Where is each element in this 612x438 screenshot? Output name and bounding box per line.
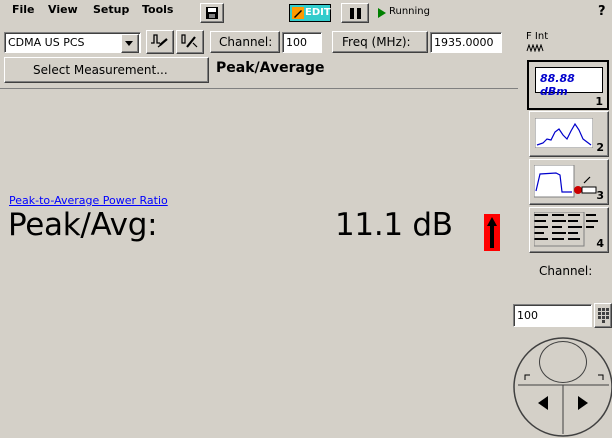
edit-label: EDIT bbox=[305, 7, 331, 18]
freq-button[interactable]: Freq (MHz): bbox=[332, 31, 428, 53]
menu-setup[interactable]: Setup bbox=[93, 3, 129, 16]
side-channel-value: 100 bbox=[517, 309, 538, 322]
dropdown-button[interactable] bbox=[121, 34, 139, 53]
fint-wave-icon bbox=[526, 44, 544, 52]
side-channel-label: Channel: bbox=[539, 264, 593, 278]
freq-label: Freq (MHz): bbox=[342, 35, 411, 49]
display-3-button[interactable]: 3 bbox=[529, 159, 609, 205]
select-measurement-label: Select Measurement... bbox=[33, 63, 168, 77]
table-view-icon bbox=[534, 212, 598, 247]
save-button[interactable] bbox=[200, 3, 224, 23]
channel-input[interactable]: 100 bbox=[282, 32, 322, 53]
freq-value: 1935.0000 bbox=[434, 36, 494, 49]
keypad-icon bbox=[598, 308, 609, 323]
display-1-button[interactable]: 88.88 dBm 1 bbox=[527, 60, 609, 110]
display-4-button[interactable]: 4 bbox=[529, 207, 609, 253]
rotary-knob[interactable] bbox=[539, 341, 587, 383]
help-label: ? bbox=[598, 4, 606, 19]
side-channel-input[interactable]: 100 bbox=[513, 304, 592, 327]
menu-tools[interactable]: Tools bbox=[142, 3, 173, 16]
signal-probe-icon bbox=[151, 34, 168, 48]
signal-generator-button[interactable] bbox=[146, 30, 174, 54]
peak-avg-label: Peak/Avg: bbox=[8, 207, 158, 243]
arrow-up-icon bbox=[487, 217, 497, 248]
probe-hand-icon bbox=[181, 34, 198, 48]
edit-button[interactable]: EDIT bbox=[289, 4, 331, 22]
knob-ccw-icon bbox=[524, 374, 530, 380]
channel-label: Channel: bbox=[219, 35, 273, 49]
menu-file[interactable]: File bbox=[12, 3, 35, 16]
probe-button[interactable] bbox=[176, 30, 204, 54]
edit-pencil-icon bbox=[292, 7, 304, 19]
knob-cw-icon bbox=[598, 374, 604, 380]
standard-select[interactable]: CDMA US PCS bbox=[4, 32, 141, 53]
chevron-down-icon bbox=[125, 41, 133, 46]
play-icon bbox=[378, 8, 386, 18]
peak-average-link[interactable]: Peak-to-Average Power Ratio bbox=[9, 194, 168, 207]
display-2-number: 2 bbox=[596, 141, 604, 154]
power-meter-icon bbox=[534, 165, 597, 198]
readout-display: 88.88 dBm bbox=[540, 72, 575, 98]
arrow-right-icon bbox=[578, 396, 588, 410]
limit-indicator bbox=[484, 214, 500, 251]
help-button[interactable]: ? bbox=[594, 3, 612, 23]
readout-box: 88.88 dBm bbox=[535, 67, 603, 98]
freq-input[interactable]: 1935.0000 bbox=[430, 32, 502, 53]
pause-button[interactable] bbox=[341, 3, 369, 23]
menu-view[interactable]: View bbox=[48, 3, 78, 16]
spectrum-trace-icon bbox=[535, 118, 593, 148]
keypad-button[interactable] bbox=[594, 303, 612, 328]
pause-icon bbox=[350, 8, 361, 19]
arrow-left-icon bbox=[538, 396, 548, 410]
display-2-button[interactable]: 2 bbox=[529, 111, 609, 157]
channel-button[interactable]: Channel: bbox=[210, 31, 280, 53]
fint-label: F Int bbox=[526, 31, 549, 42]
channel-value: 100 bbox=[286, 36, 307, 49]
peak-avg-value: 11.1 dB bbox=[335, 207, 453, 243]
floppy-disk-icon bbox=[206, 7, 218, 19]
arrow-right-button[interactable] bbox=[565, 388, 601, 424]
select-measurement-button[interactable]: Select Measurement... bbox=[4, 57, 209, 83]
display-1-number: 1 bbox=[595, 95, 603, 108]
measurement-title: Peak/Average bbox=[216, 60, 325, 76]
display-4-number: 4 bbox=[596, 237, 604, 250]
display-3-number: 3 bbox=[596, 189, 604, 202]
status-text: Running bbox=[389, 6, 430, 17]
measurement-display bbox=[0, 88, 518, 438]
standard-select-value: CDMA US PCS bbox=[8, 36, 85, 49]
arrow-left-button[interactable] bbox=[525, 388, 561, 424]
